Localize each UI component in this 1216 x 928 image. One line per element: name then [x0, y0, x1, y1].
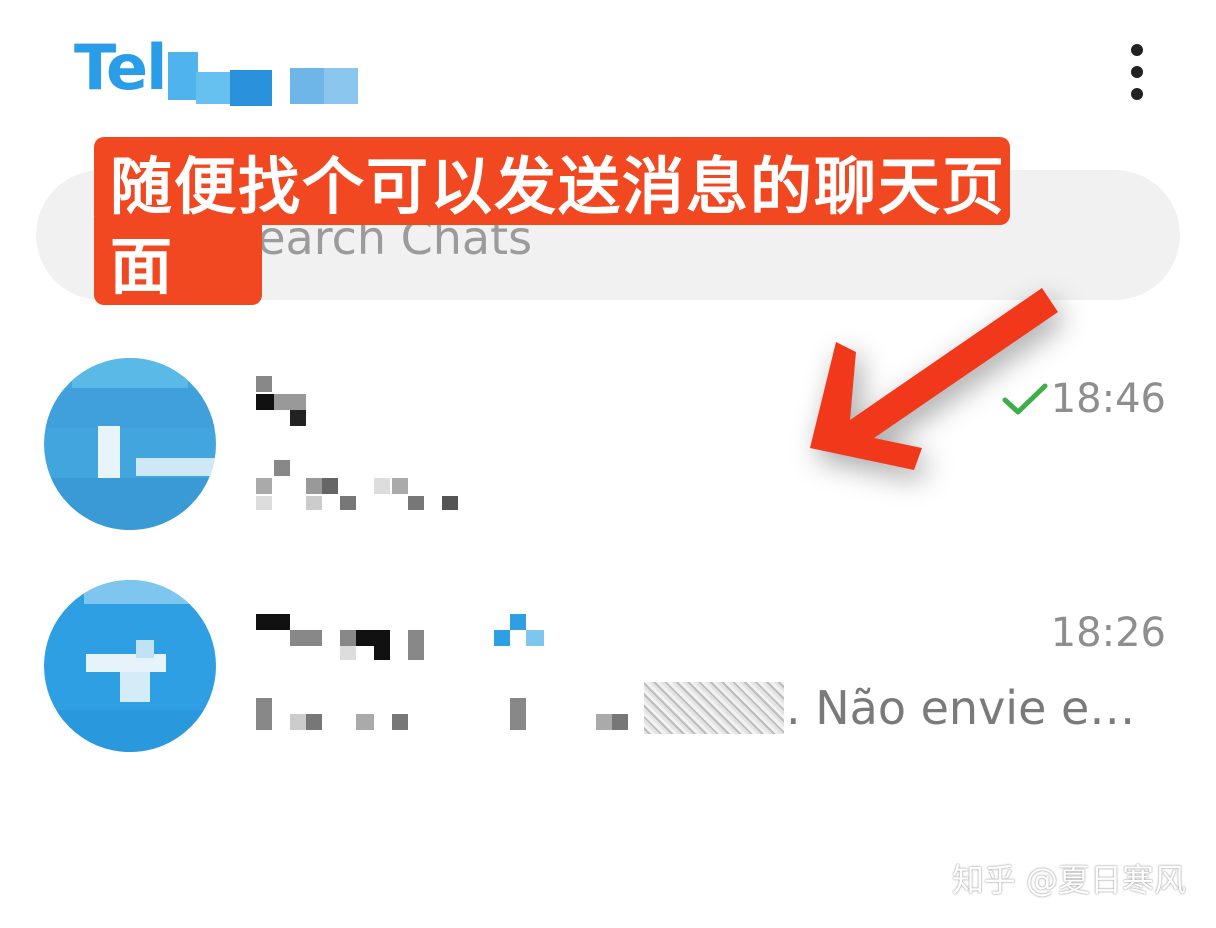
message-preview-text: . Não envie e…	[786, 681, 1136, 735]
avatar	[44, 358, 216, 530]
app-header: Tel	[0, 0, 1216, 130]
watermark: 知乎 @夏日寒风	[951, 861, 1186, 899]
more-vertical-icon[interactable]	[1112, 40, 1162, 104]
chat-row[interactable]: 18:46	[0, 340, 1216, 540]
sent-check-icon	[1002, 383, 1048, 415]
app-title: Tel	[74, 31, 167, 104]
chat-row[interactable]: 18:26 . Não envie e…	[0, 574, 1216, 774]
chat-time: 18:46	[1050, 376, 1166, 422]
avatar	[44, 580, 216, 752]
chat-time: 18:26	[1050, 610, 1166, 656]
